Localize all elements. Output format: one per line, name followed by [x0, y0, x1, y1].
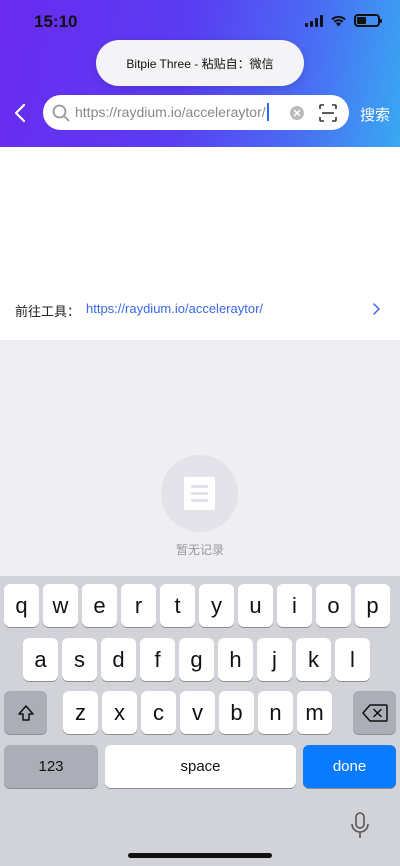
backspace-key[interactable] — [353, 691, 396, 734]
goto-link[interactable]: https://raydium.io/acceleraytor/ — [86, 301, 263, 316]
key-h[interactable]: h — [218, 638, 253, 681]
key-s[interactable]: s — [62, 638, 97, 681]
key-b[interactable]: b — [219, 691, 254, 734]
scan-icon[interactable] — [319, 104, 337, 122]
text-caret — [266, 103, 269, 121]
shift-key[interactable] — [4, 691, 47, 734]
status-bar: 15:10 — [0, 0, 400, 44]
paste-notification: Bitpie Three - 粘贴自：微信 — [96, 40, 304, 86]
search-bar[interactable]: https://raydium.io/acceleraytor/ — [43, 95, 349, 130]
key-v[interactable]: v — [180, 691, 215, 734]
search-input[interactable]: https://raydium.io/acceleraytor/ — [75, 103, 295, 123]
key-a[interactable]: a — [23, 638, 58, 681]
key-g[interactable]: g — [179, 638, 214, 681]
microphone-icon[interactable] — [350, 812, 370, 840]
space-key[interactable]: space — [105, 745, 296, 788]
key-k[interactable]: k — [296, 638, 331, 681]
chevron-right-icon[interactable] — [371, 302, 381, 316]
backspace-icon — [361, 703, 388, 722]
back-icon[interactable] — [10, 100, 32, 126]
key-e[interactable]: e — [82, 584, 117, 627]
key-q[interactable]: q — [4, 584, 39, 627]
key-c[interactable]: c — [141, 691, 176, 734]
status-icons — [305, 14, 382, 27]
key-n[interactable]: n — [258, 691, 293, 734]
battery-icon — [354, 14, 382, 27]
wifi-icon — [331, 15, 346, 27]
home-indicator — [128, 853, 272, 858]
key-p[interactable]: p — [355, 584, 390, 627]
cellular-signal-icon — [305, 14, 323, 27]
key-w[interactable]: w — [43, 584, 78, 627]
key-i[interactable]: i — [277, 584, 312, 627]
search-button[interactable]: 搜索 — [360, 104, 390, 125]
key-f[interactable]: f — [140, 638, 175, 681]
goto-label: 前往工具： — [15, 304, 81, 319]
key-o[interactable]: o — [316, 584, 351, 627]
key-y[interactable]: y — [199, 584, 234, 627]
key-r[interactable]: r — [121, 584, 156, 627]
clear-icon[interactable] — [290, 106, 304, 120]
empty-state-text: 暂无记录 — [175, 543, 224, 557]
key-z[interactable]: z — [63, 691, 98, 734]
shift-icon — [17, 704, 34, 721]
goto-panel: 前往工具： https://raydium.io/acceleraytor/ — [0, 147, 400, 340]
key-l[interactable]: l — [335, 638, 370, 681]
key-d[interactable]: d — [101, 638, 136, 681]
numbers-key[interactable]: 123 — [4, 745, 98, 788]
key-u[interactable]: u — [238, 584, 273, 627]
key-t[interactable]: t — [160, 584, 195, 627]
status-time: 15:10 — [34, 12, 78, 31]
key-j[interactable]: j — [257, 638, 292, 681]
empty-document-icon — [161, 455, 238, 532]
search-icon — [52, 104, 70, 122]
key-x[interactable]: x — [102, 691, 137, 734]
keyboard: 123 space done qwertyuiop asdfghjkl zxcvbn… — [0, 576, 400, 866]
done-key[interactable]: done — [303, 745, 396, 788]
key-m[interactable]: m — [297, 691, 332, 734]
